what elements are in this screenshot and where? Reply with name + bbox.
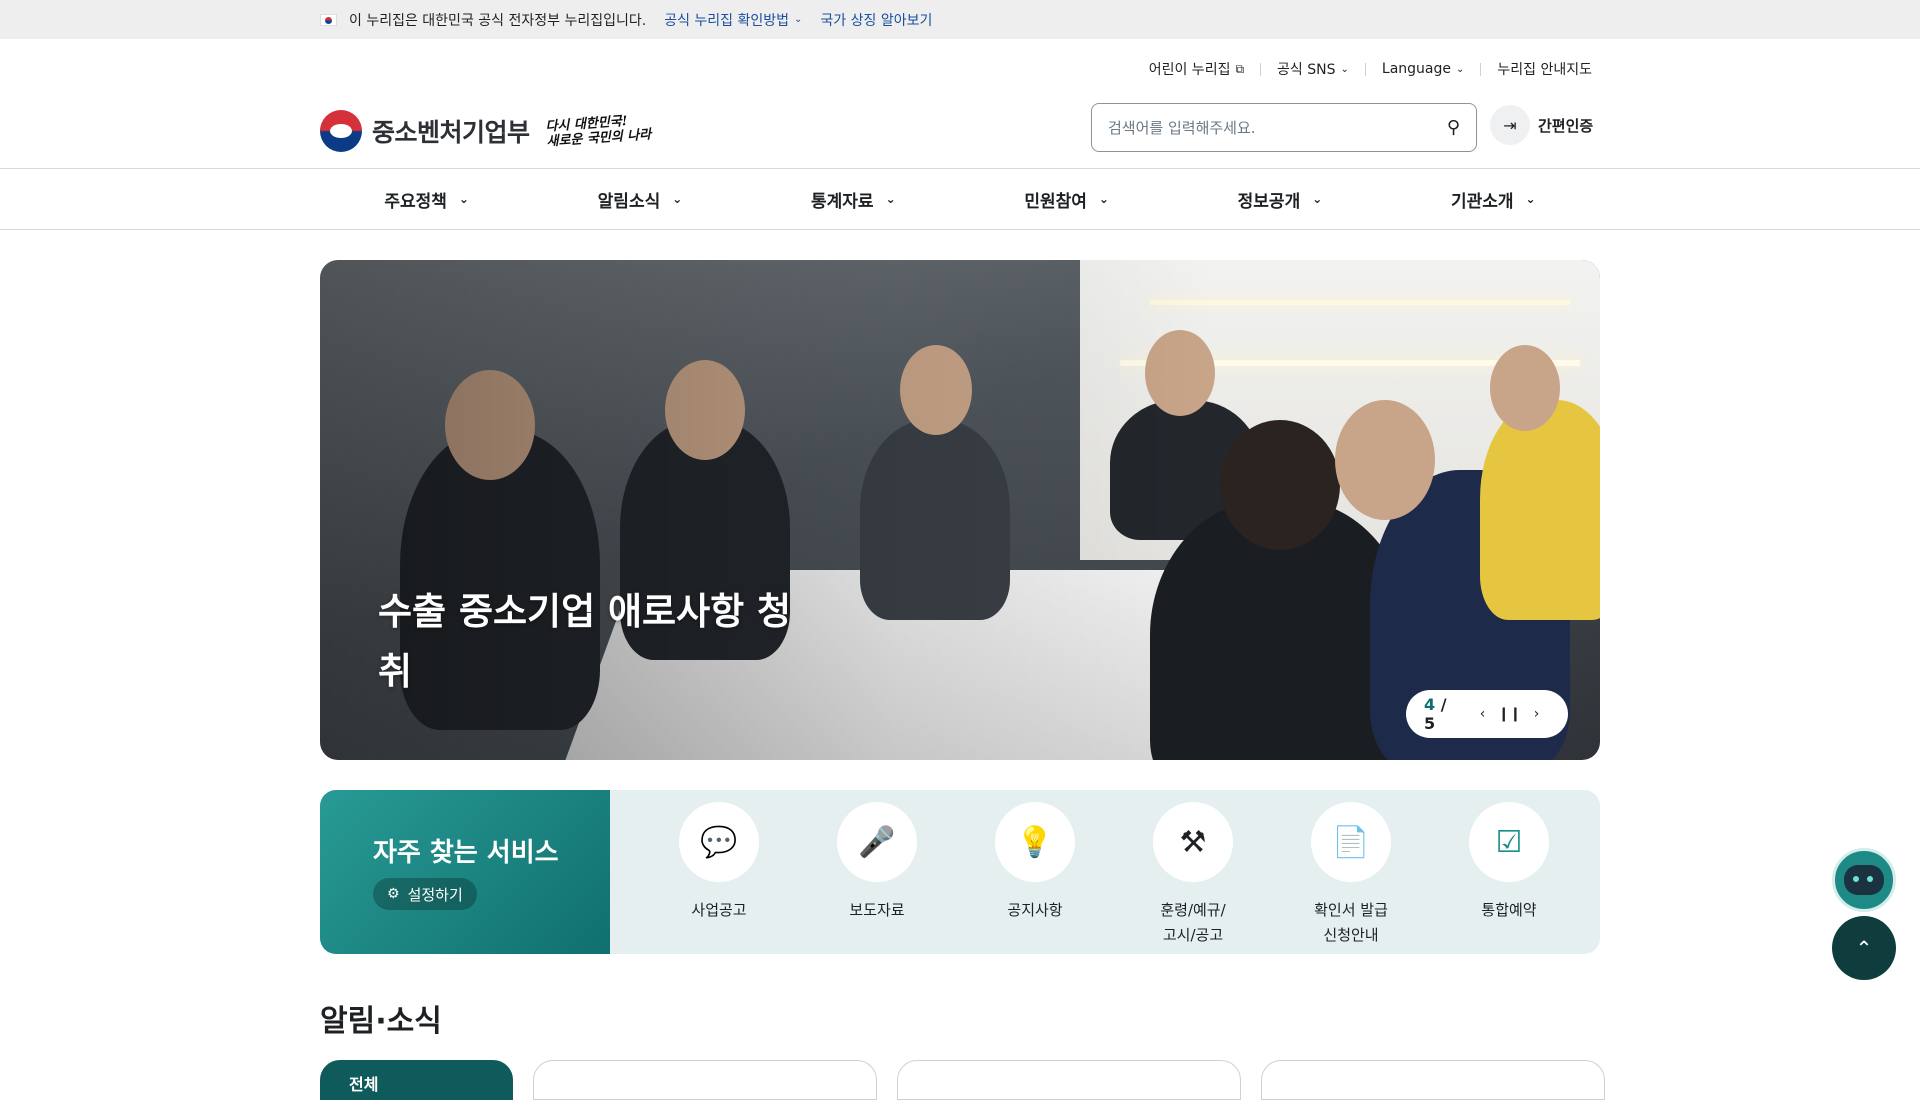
service-label: 통합예약 xyxy=(1481,901,1537,919)
chevron-down-icon: ⌄ xyxy=(1340,63,1349,75)
service-item[interactable]: ⚒ 훈령/예규/ 고시/공고 xyxy=(1114,802,1272,948)
divider xyxy=(1480,62,1482,76)
service-item[interactable]: 📄 확인서 발급 신청안내 xyxy=(1272,802,1430,948)
verify-link[interactable]: 공식 누리집 확인방법 ⌄ xyxy=(664,10,802,30)
chatbot-icon[interactable] xyxy=(1832,848,1896,912)
nav-item-disclosure[interactable]: 정보공개 ⌄ xyxy=(1173,169,1386,229)
chevron-down-icon: ⌄ xyxy=(794,14,803,25)
divider xyxy=(1260,62,1262,76)
national-symbol-link[interactable]: 국가 상징 알아보기 xyxy=(820,10,932,30)
service-label: 공지사항 xyxy=(1007,901,1063,919)
nav-item-statistics[interactable]: 통계자료 ⌄ xyxy=(747,169,960,229)
kids-site-label: 어린이 누리집 xyxy=(1148,62,1231,78)
gavel-icon: ⚒ xyxy=(1153,802,1233,882)
news-card[interactable] xyxy=(533,1060,877,1100)
utility-nav: 어린이 누리집 ⧉ 공식 SNS ⌄ Language ⌄ 누리집 안내지도 xyxy=(1149,59,1592,79)
service-label: 훈령/예규/ 고시/공고 xyxy=(1160,901,1226,944)
search-box: ⚲ xyxy=(1091,103,1477,152)
nav-label: 주요정책 xyxy=(384,191,447,212)
gov-banner: 이 누리집은 대한민국 공식 전자정부 누리집입니다. 공식 누리집 확인방법 ⌄… xyxy=(0,0,1920,39)
chevron-down-icon: ⌄ xyxy=(885,192,896,206)
service-item[interactable]: 💡 공지사항 xyxy=(956,802,1114,948)
government-emblem-icon xyxy=(320,110,362,152)
service-item[interactable]: ☑ 통합예약 xyxy=(1430,802,1588,948)
hero-caption[interactable]: 수출 중소기업 애로사항 청취 xyxy=(378,582,798,702)
sns-dropdown[interactable]: 공식 SNS ⌄ xyxy=(1277,59,1349,79)
service-label: 사업공고 xyxy=(691,901,747,919)
setting-label: 설정하기 xyxy=(407,885,463,904)
slide-total: 5 xyxy=(1424,714,1436,733)
sns-label: 공식 SNS xyxy=(1277,62,1336,78)
service-item[interactable]: 💬 사업공고 xyxy=(640,802,798,948)
nav-label: 정보공개 xyxy=(1237,191,1301,212)
slider-controls: 4 / 5 ‹ ❙❙ › xyxy=(1406,690,1568,738)
pause-icon[interactable]: ❙❙ xyxy=(1496,706,1523,722)
main-nav: 주요정책 ⌄ 알림소식 ⌄ 통계자료 ⌄ 민원참여 ⌄ 정보공개 ⌄ 기관소개 ⌄ xyxy=(0,168,1920,230)
nav-label: 민원참여 xyxy=(1024,191,1087,212)
tab-all[interactable]: 전체 xyxy=(320,1060,513,1100)
quick-services-setting-button[interactable]: ⚙ 설정하기 xyxy=(373,878,477,910)
chevron-down-icon: ⌄ xyxy=(672,192,683,206)
news-tabs: 전체 xyxy=(320,1060,1625,1100)
calendar-check-icon: ☑ xyxy=(1469,802,1549,882)
quick-services-title: 자주 찾는 서비스 xyxy=(373,838,559,868)
nav-label: 기관소개 xyxy=(1450,191,1514,212)
gov-notice-text: 이 누리집은 대한민국 공식 전자정부 누리집입니다. xyxy=(349,12,647,29)
nav-label: 알림소식 xyxy=(597,191,661,212)
prev-slide-icon[interactable]: ‹ xyxy=(1469,706,1496,722)
quick-services: 자주 찾는 서비스 ⚙ 설정하기 💬 사업공고 🎤 보도자료 💡 공지사항 ⚒ 훈… xyxy=(320,790,1600,954)
language-label: Language xyxy=(1381,61,1451,77)
chevron-down-icon: ⌄ xyxy=(1098,192,1109,206)
korean-flag-icon xyxy=(320,13,337,26)
login-icon: ⇥ xyxy=(1490,105,1530,145)
service-label: 보도자료 xyxy=(849,901,905,919)
nav-item-policy[interactable]: 주요정책 ⌄ xyxy=(320,169,533,229)
scroll-to-top-icon[interactable]: ⌃ xyxy=(1832,916,1896,980)
chevron-down-icon: ⌄ xyxy=(1312,192,1323,206)
chevron-down-icon: ⌄ xyxy=(1455,63,1465,75)
quick-services-header: 자주 찾는 서비스 ⚙ 설정하기 xyxy=(320,790,610,954)
speech-bubble-icon: 💬 xyxy=(679,802,759,882)
nav-item-news[interactable]: 알림소식 ⌄ xyxy=(533,169,746,229)
search-icon[interactable]: ⚲ xyxy=(1447,117,1460,138)
document-icon: 📄 xyxy=(1311,802,1391,882)
divider xyxy=(1364,62,1366,76)
language-dropdown[interactable]: Language ⌄ xyxy=(1382,61,1464,77)
news-card[interactable] xyxy=(897,1060,1241,1100)
service-label: 확인서 발급 신청안내 xyxy=(1314,901,1388,944)
service-item[interactable]: 🎤 보도자료 xyxy=(798,802,956,948)
news-card[interactable] xyxy=(1261,1060,1605,1100)
slide-current: 4 xyxy=(1424,695,1436,714)
search-input[interactable] xyxy=(1108,118,1447,137)
login-button[interactable]: ⇥ 간편인증 xyxy=(1490,105,1593,145)
verify-link-label: 공식 누리집 확인방법 xyxy=(664,12,790,29)
gear-icon: ⚙ xyxy=(387,886,400,902)
hero-slide[interactable]: 수출 중소기업 애로사항 청취 xyxy=(320,260,1600,760)
kids-site-link[interactable]: 어린이 누리집 ⧉ xyxy=(1149,59,1244,79)
external-link-icon: ⧉ xyxy=(1235,61,1245,76)
chevron-down-icon: ⌄ xyxy=(1525,192,1536,206)
site-logo[interactable]: 중소벤처기업부 다시 대한민국! 새로운 국민의 나라 xyxy=(320,110,652,152)
nav-item-about[interactable]: 기관소개 ⌄ xyxy=(1387,169,1600,229)
sitemap-link[interactable]: 누리집 안내지도 xyxy=(1497,59,1592,79)
nav-item-civil[interactable]: 민원참여 ⌄ xyxy=(960,169,1173,229)
login-label: 간편인증 xyxy=(1538,116,1594,135)
lightbulb-icon: 💡 xyxy=(995,802,1075,882)
ministry-name: 중소벤처기업부 xyxy=(372,118,530,147)
press-podium-icon: 🎤 xyxy=(837,802,917,882)
slogan: 다시 대한민국! 새로운 국민의 나라 xyxy=(545,112,652,150)
next-slide-icon[interactable]: › xyxy=(1523,706,1550,722)
slide-counter: 4 / 5 xyxy=(1424,695,1447,733)
nav-label: 통계자료 xyxy=(811,191,874,212)
chevron-down-icon: ⌄ xyxy=(458,192,469,206)
news-section-title: 알림·소식 xyxy=(320,1004,442,1039)
